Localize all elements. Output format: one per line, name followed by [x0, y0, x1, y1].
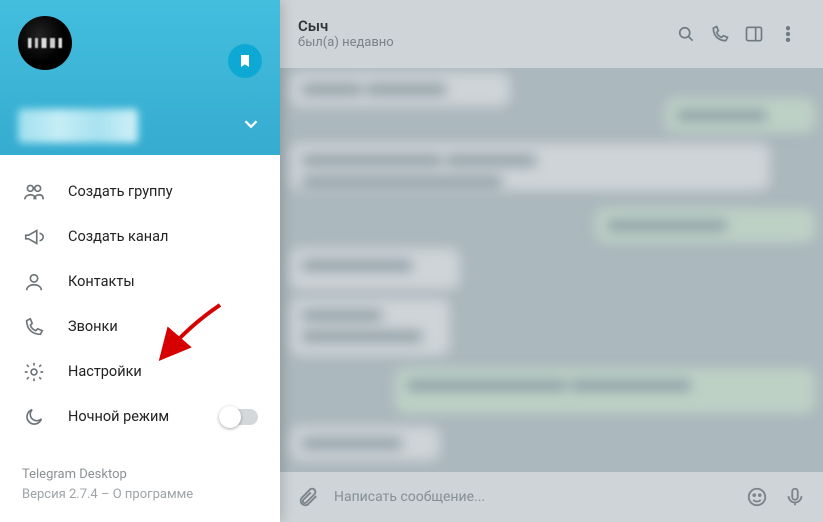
message-input[interactable] — [334, 489, 731, 505]
call-icon[interactable] — [703, 17, 737, 51]
moon-icon — [22, 405, 46, 429]
menu-new-channel[interactable]: Создать канал — [0, 214, 280, 259]
menu-label: Создать канал — [68, 228, 168, 245]
chat-title[interactable]: Сыч — [298, 17, 669, 36]
chat-area: Сыч был(а) недавно — [280, 0, 823, 522]
app-footer: Telegram Desktop Версия 2.7.4 – О програ… — [0, 465, 280, 522]
menu-new-group[interactable]: Создать группу — [0, 169, 280, 214]
menu-label: Создать группу — [68, 183, 173, 200]
menu-label: Контакты — [68, 273, 135, 290]
menu-calls[interactable]: Звонки — [0, 304, 280, 349]
menu-night-mode[interactable]: Ночной режим — [0, 394, 280, 439]
avatar[interactable] — [18, 16, 72, 70]
contact-icon — [22, 270, 46, 294]
attach-icon[interactable] — [296, 485, 320, 509]
gear-icon — [22, 360, 46, 384]
menu-label: Звонки — [68, 318, 118, 335]
voice-icon[interactable] — [783, 485, 807, 509]
group-icon — [22, 180, 46, 204]
emoji-icon[interactable] — [745, 485, 769, 509]
menu-label: Настройки — [68, 363, 142, 380]
about-link[interactable]: О программе — [113, 487, 193, 502]
chat-status: был(а) недавно — [298, 35, 669, 51]
menu-settings[interactable]: Настройки — [0, 349, 280, 394]
profile-header — [0, 0, 280, 155]
megaphone-icon — [22, 225, 46, 249]
menu-contacts[interactable]: Контакты — [0, 259, 280, 304]
more-icon[interactable] — [771, 17, 805, 51]
phone-icon — [22, 315, 46, 339]
menu-label: Ночной режим — [68, 408, 169, 425]
account-name — [18, 109, 138, 143]
version-number: 2.7.4 — [69, 487, 98, 502]
app-name: Telegram Desktop — [22, 465, 258, 485]
version-label: Версия — [22, 487, 69, 502]
sidepanel-icon[interactable] — [737, 17, 771, 51]
chevron-down-icon[interactable] — [240, 113, 262, 139]
night-mode-toggle[interactable] — [220, 409, 258, 425]
search-icon[interactable] — [669, 17, 703, 51]
saved-messages-button[interactable] — [228, 44, 262, 78]
main-menu: Создать группу Создать канал Контакты Зв… — [0, 0, 280, 522]
message-list — [280, 68, 823, 472]
message-composer — [280, 472, 823, 522]
chat-header: Сыч был(а) недавно — [280, 0, 823, 68]
